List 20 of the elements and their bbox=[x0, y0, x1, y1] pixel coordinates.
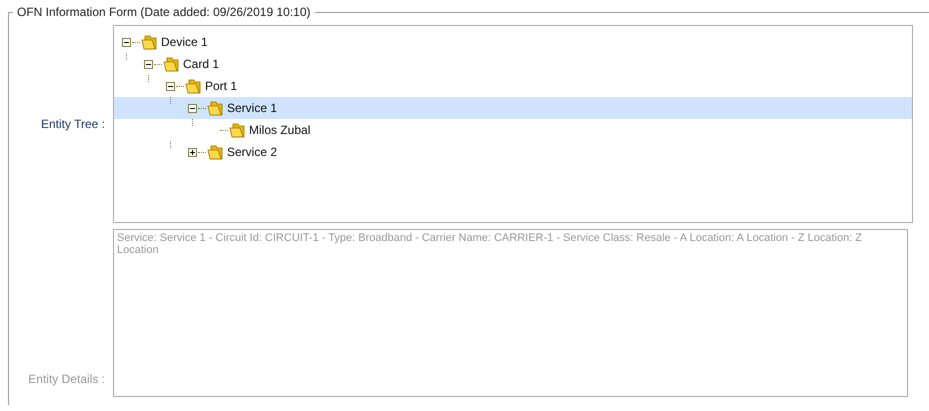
tree-node[interactable]: Device 1 bbox=[114, 31, 912, 53]
collapse-icon[interactable] bbox=[188, 104, 197, 112]
collapse-icon[interactable] bbox=[166, 82, 175, 90]
folder-icon bbox=[207, 100, 223, 116]
folder-icon bbox=[207, 144, 223, 160]
expand-icon[interactable] bbox=[188, 148, 197, 156]
field-label: Entity Tree : bbox=[40, 117, 105, 131]
collapse-icon[interactable] bbox=[122, 38, 131, 46]
folder-icon bbox=[229, 122, 245, 138]
folder-icon bbox=[185, 78, 201, 94]
folder-icon bbox=[141, 34, 157, 50]
form-legend: OFN Information Form (Date added: 09/26/2019 10:10) bbox=[13, 6, 314, 19]
field-label: Entity Details : bbox=[27, 372, 105, 386]
tree-node[interactable]: Card 1 bbox=[114, 53, 912, 75]
folder-icon bbox=[163, 56, 179, 72]
tree-node[interactable]: Service 2 bbox=[114, 141, 912, 163]
tree-node[interactable]: Port 1 bbox=[114, 75, 912, 97]
tree-node[interactable]: Milos Zubal bbox=[114, 119, 912, 141]
tree-node[interactable]: Service 1 bbox=[114, 97, 912, 119]
collapse-icon[interactable] bbox=[144, 60, 153, 68]
